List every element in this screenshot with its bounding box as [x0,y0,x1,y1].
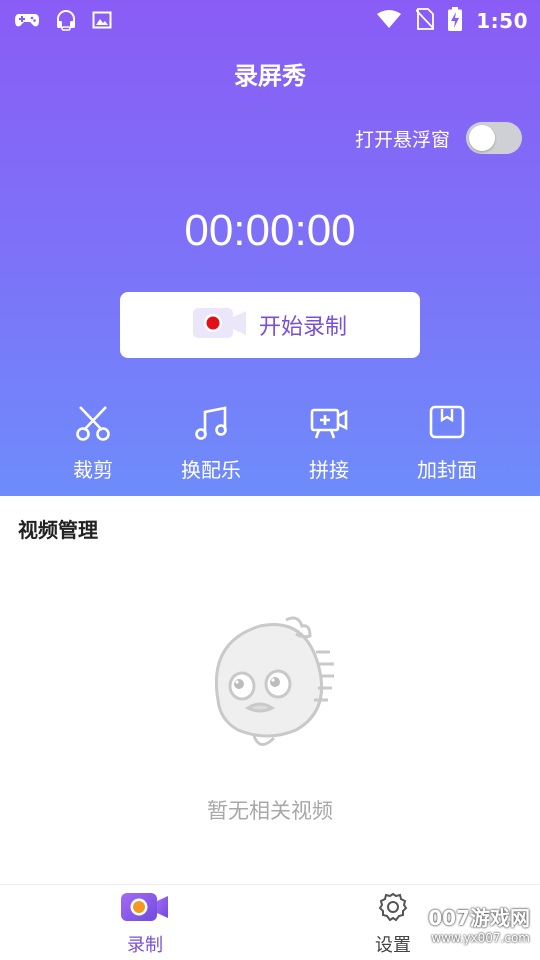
nav-record[interactable]: 录制 [85,891,205,957]
tool-music-label: 换配乐 [181,458,241,482]
wifi-icon [376,9,402,33]
tool-cover-label: 加封面 [417,458,477,482]
tool-merge[interactable]: 拼接 [271,404,387,483]
hero-panel: 1:50 录屏秀 打开悬浮窗 00:00:00 开始录制 裁剪 换配乐 拼接 加… [0,0,540,496]
scissors-icon [74,404,112,446]
nav-settings-label: 设置 [375,935,411,956]
watermark: 007游戏网 www.yx007.com [428,902,530,945]
float-window-label: 打开悬浮窗 [354,128,450,151]
tool-cover[interactable]: 加封面 [389,404,505,483]
image-icon [92,10,112,34]
no-sim-icon [415,8,435,34]
tool-bar: 裁剪 换配乐 拼接 加封面 [35,404,505,483]
tool-music[interactable]: 换配乐 [153,404,269,483]
tool-merge-label: 拼接 [309,458,349,482]
float-window-toggle[interactable] [466,122,522,154]
start-recording-button[interactable]: 开始录制 [120,292,420,358]
app-title: 录屏秀 [234,62,306,90]
battery-charging-icon [448,7,463,35]
gamepad-icon [14,10,40,34]
video-management-title: 视频管理 [18,518,98,542]
record-camera-icon [192,306,247,344]
video-camera-icon [121,891,169,927]
gear-icon [377,891,409,927]
video-add-icon [310,404,348,446]
float-window-row: 打开悬浮窗 [355,122,522,154]
cover-icon [428,404,466,446]
tool-trim[interactable]: 裁剪 [35,404,151,483]
tool-trim-label: 裁剪 [73,458,113,482]
watermark-url: www.yx007.com [431,931,530,945]
empty-state-illustration [198,612,338,766]
status-time: 1:50 [476,9,528,33]
nav-record-label: 录制 [127,935,163,956]
watermark-main: 007游戏网 [428,906,530,930]
music-note-icon [192,404,230,446]
status-bar: 1:50 [0,0,540,40]
toggle-knob [469,125,495,151]
start-recording-label: 开始录制 [258,315,347,340]
empty-state-text: 暂无相关视频 [207,799,333,823]
headset-icon [54,8,78,36]
record-timer: 00:00:00 [184,206,356,255]
